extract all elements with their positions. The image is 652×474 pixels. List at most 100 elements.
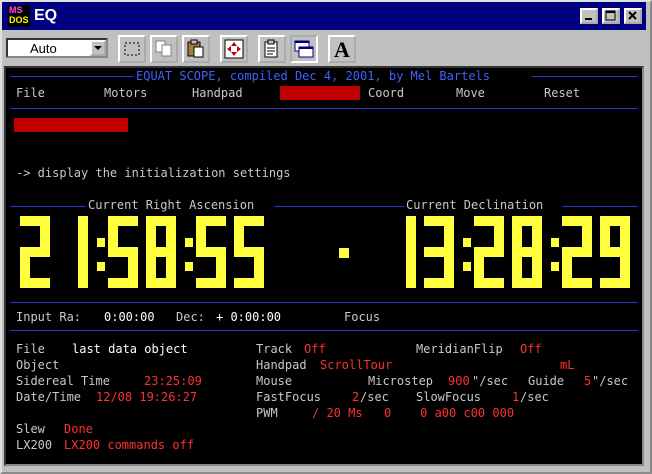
guide-label: Guide: [528, 374, 565, 388]
mark-button[interactable]: [118, 35, 146, 63]
fastfocus-label: FastFocus: [256, 390, 322, 404]
datetime-value: 12/08 19:26:27: [96, 390, 198, 404]
ra-digit-5: [234, 216, 264, 288]
meridian-flip-value: Off: [520, 342, 542, 356]
slowfocus-unit: /sec: [520, 390, 549, 404]
chevron-down-icon[interactable]: [90, 40, 106, 56]
font-size-select[interactable]: Auto: [6, 38, 108, 58]
slew-value: Done: [64, 422, 93, 436]
icon-letters-ms: MS: [9, 5, 23, 15]
dec-digit-8: [512, 216, 542, 288]
datetime-label: Date/Time: [16, 390, 82, 404]
dec-digit-2: [562, 216, 592, 288]
title-bar[interactable]: MS DOS EQ: [2, 2, 646, 30]
ra-colon: [185, 238, 193, 271]
sidereal-value: 23:25:09: [144, 374, 202, 388]
dec-colon: [551, 238, 559, 271]
ra-digit-2: [20, 216, 50, 288]
submenu-display-inits[interactable]: DisplayInits: [14, 118, 128, 132]
copy-button[interactable]: [150, 35, 178, 63]
ms-dos-icon: MS DOS: [8, 5, 30, 27]
minimize-button[interactable]: [580, 8, 598, 24]
microstep-unit: "/sec: [472, 374, 509, 388]
input-rule: [10, 330, 638, 331]
handpad-value: ScrollTour: [320, 358, 393, 372]
menu-handpad[interactable]: Handpad: [192, 86, 243, 100]
big-coordinate-readout: [20, 216, 630, 288]
window-title: EQ: [34, 7, 58, 24]
menu-rule: [10, 108, 638, 109]
toolbar: Auto A: [2, 32, 646, 66]
track-label: Track: [256, 342, 293, 356]
microstep-label: Microstep: [368, 374, 434, 388]
banner-rule-left: [10, 76, 134, 77]
input-ra-label: Input Ra:: [16, 310, 82, 324]
pwm-value: / 20 Ms: [312, 406, 363, 420]
mouse-label: Mouse: [256, 374, 293, 388]
input-dec-value[interactable]: + 0:00:00: [216, 310, 281, 324]
menu-file[interactable]: File: [16, 86, 45, 100]
track-value: Off: [304, 342, 326, 356]
icon-letters-dos: DOS: [9, 15, 29, 25]
file-label: File: [16, 342, 45, 356]
dec-digit-2: [474, 216, 504, 288]
ra-colon: [97, 238, 105, 271]
properties-icon: [264, 39, 278, 58]
mark-icon: [124, 42, 140, 56]
banner-rule-right: [532, 76, 638, 77]
full-screen-icon: [224, 39, 244, 59]
microstep-value: 900: [448, 374, 470, 388]
hint-text: -> display the initialization settings: [16, 166, 291, 180]
background-button[interactable]: [290, 35, 318, 63]
readout-rule: [10, 302, 638, 303]
meridian-flip-label: MeridianFlip: [416, 342, 503, 356]
full-screen-button[interactable]: [220, 35, 248, 63]
paste-button[interactable]: [182, 35, 210, 63]
lx200-value: LX200 commands off: [64, 438, 195, 452]
sidereal-label: Sidereal Time: [16, 374, 110, 388]
dec-digit-3: [424, 216, 454, 288]
dos-console[interactable]: EQUAT SCOPE, compiled Dec 4, 2001, by Me…: [4, 66, 644, 466]
banner-title: EQUAT SCOPE, compiled Dec 4, 2001, by Me…: [136, 69, 491, 83]
menu-move[interactable]: Move: [456, 86, 485, 100]
file-value: last data object: [72, 342, 188, 356]
ra-rule-left: [10, 206, 86, 207]
dec-rule-right: [562, 206, 638, 207]
dec-digit-1: [406, 216, 416, 288]
focus-label: Focus: [344, 310, 381, 324]
handpad-label: Handpad: [256, 358, 307, 372]
font-size-value: Auto: [30, 41, 57, 56]
menu-motors[interactable]: Motors: [104, 86, 147, 100]
pwm-label: PWM: [256, 406, 278, 420]
slew-label: Slew: [16, 422, 45, 436]
guide-unit: "/sec: [592, 374, 629, 388]
copy-icon: [155, 40, 172, 57]
input-dec-label: Dec:: [176, 310, 205, 324]
mid-rule: [274, 206, 404, 207]
font-button[interactable]: A: [328, 35, 356, 63]
fastfocus-unit: /sec: [360, 390, 389, 404]
ra-digit-5: [108, 216, 138, 288]
readout-separator: [339, 248, 349, 258]
ra-digit-8: [146, 216, 176, 288]
ml-value: mL: [560, 358, 575, 372]
object-label: Object: [16, 358, 60, 372]
fastfocus-value: 2: [352, 390, 360, 404]
properties-button[interactable]: [258, 35, 286, 63]
paste-icon: [187, 39, 204, 58]
background-icon: [294, 40, 314, 58]
ra-digit-1: [78, 216, 88, 288]
dec-colon: [463, 238, 471, 271]
menu-coord[interactable]: Coord: [368, 86, 404, 100]
guide-value: 5: [584, 374, 592, 388]
maximize-button[interactable]: [602, 8, 620, 24]
lx200-label: LX200: [16, 438, 53, 452]
input-ra-value[interactable]: 0:00:00: [104, 310, 155, 324]
pwm-extra: 0 0 a00 c00 000: [384, 406, 515, 420]
slowfocus-value: 1: [512, 390, 520, 404]
font-icon: A: [334, 39, 350, 59]
svg-text:A: A: [334, 39, 350, 59]
menu-reset[interactable]: Reset: [544, 86, 580, 100]
close-button[interactable]: [624, 8, 642, 24]
menu-init[interactable]: Init: [280, 86, 360, 100]
